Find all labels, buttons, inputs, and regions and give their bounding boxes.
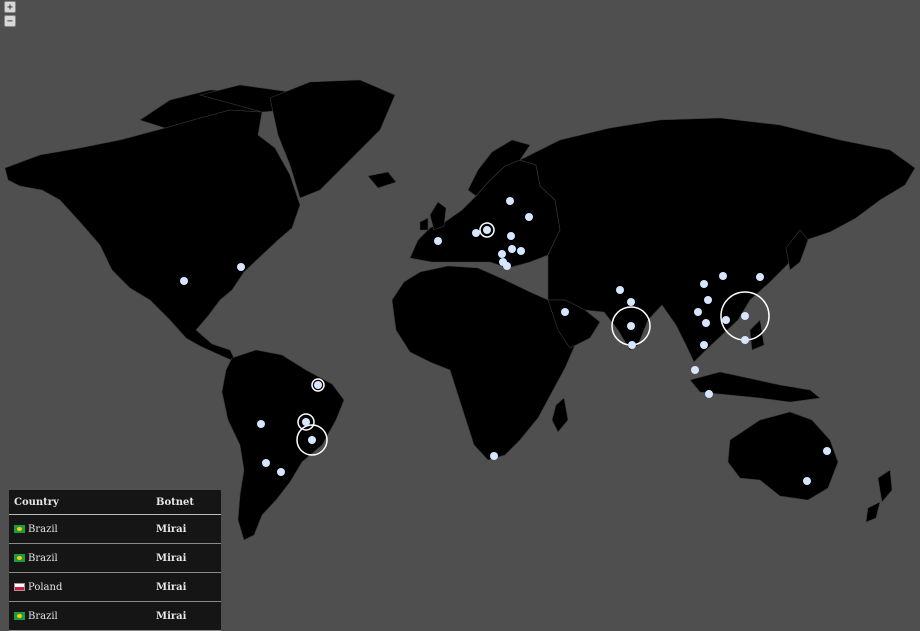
botnet-cell: Mirai — [156, 552, 187, 564]
botnet-cell: Mirai — [156, 581, 187, 593]
poland-flag-icon — [14, 583, 25, 591]
table-row[interactable]: Brazil Mirai — [9, 602, 221, 631]
table-row[interactable]: Poland Mirai — [9, 573, 221, 602]
country-cell: Poland — [28, 581, 63, 593]
marker-russia-west — [525, 213, 533, 221]
marker-china-beijing — [719, 272, 727, 280]
table-row[interactable]: Brazil Mirai — [9, 544, 221, 573]
country-cell: Brazil — [28, 610, 58, 622]
marker-brazil-center — [302, 418, 310, 426]
marker-france — [434, 237, 442, 245]
marker-peru — [257, 420, 265, 428]
marker-china-east — [741, 312, 749, 320]
marker-china-north — [700, 280, 708, 288]
marker-taiwan — [741, 336, 749, 344]
marker-myanmar — [694, 308, 702, 316]
marker-argentina-east — [277, 468, 285, 476]
marker-balkans — [498, 250, 506, 258]
marker-india-north — [627, 298, 635, 306]
brazil-flag-icon — [14, 554, 25, 562]
marker-australia-south — [803, 477, 811, 485]
brazil-flag-icon — [14, 525, 25, 533]
attack-table: Country Botnet Brazil Mirai Brazil Mirai… — [9, 490, 221, 631]
marker-vietnam — [700, 341, 708, 349]
marker-poland — [483, 226, 491, 234]
marker-black-sea — [517, 247, 525, 255]
marker-usa-east — [237, 263, 245, 271]
botnet-cell: Mirai — [156, 610, 187, 622]
marker-australia-east — [823, 447, 831, 455]
brazil-flag-icon — [14, 612, 25, 620]
botnet-cell: Mirai — [156, 523, 187, 535]
marker-turkey — [503, 262, 511, 270]
marker-usa-central — [180, 277, 188, 285]
marker-romania — [508, 245, 516, 253]
marker-brazil-northeast — [314, 381, 322, 389]
marker-thailand — [702, 319, 710, 327]
marker-brazil-south — [308, 436, 316, 444]
country-cell: Brazil — [28, 552, 58, 564]
botnet-header: Botnet — [156, 496, 194, 508]
marker-malaysia — [691, 366, 699, 374]
country-header: Country — [14, 496, 59, 508]
marker-china-central — [704, 296, 712, 304]
marker-germany — [472, 229, 480, 237]
marker-india-south — [628, 341, 636, 349]
zoom-in-button[interactable]: + — [4, 1, 16, 13]
marker-pakistan — [616, 286, 624, 294]
table-row[interactable]: Brazil Mirai — [9, 515, 221, 544]
marker-china-south — [722, 316, 730, 324]
marker-argentina-north — [262, 459, 270, 467]
marker-korea — [756, 273, 764, 281]
marker-indonesia — [705, 390, 713, 398]
marker-baltics — [506, 197, 514, 205]
marker-south-africa — [490, 452, 498, 460]
marker-gulf — [561, 308, 569, 316]
zoom-out-button[interactable]: − — [4, 15, 16, 27]
table-header: Country Botnet — [9, 490, 221, 515]
country-cell: Brazil — [28, 523, 58, 535]
marker-india-central — [627, 322, 635, 330]
marker-ukraine — [507, 232, 515, 240]
